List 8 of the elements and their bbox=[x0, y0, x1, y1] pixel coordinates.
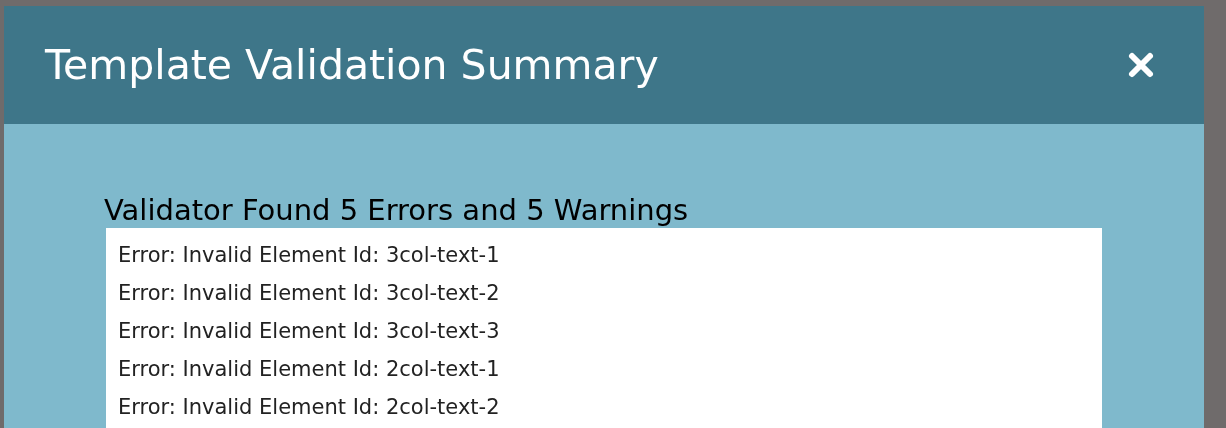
error-message: Error: Invalid Element Id: 2col-text-2 bbox=[118, 394, 501, 421]
summary-heading: Validator Found 5 Errors and 5 Warnings bbox=[104, 192, 690, 228]
close-icon bbox=[1127, 51, 1155, 79]
error-message: Error: Invalid Element Id: 3col-text-3 bbox=[118, 318, 501, 345]
dialog-title: Template Validation Summary bbox=[45, 44, 659, 86]
error-message: Error: Invalid Element Id: 2col-text-1 bbox=[118, 356, 501, 383]
error-message: Error: Invalid Element Id: 3col-text-2 bbox=[118, 280, 501, 307]
error-message: Error: Invalid Element Id: 3col-text-1 bbox=[118, 242, 501, 269]
